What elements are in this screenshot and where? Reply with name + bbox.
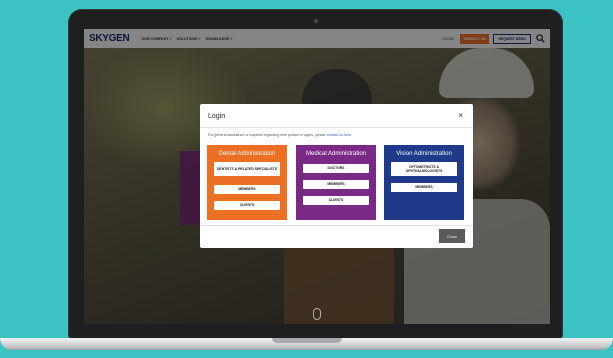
panel-title: Dental Administration: [218, 151, 276, 157]
medical-administration-panel: Medical Administration DOCTORS MEMBERS C…: [296, 145, 376, 220]
panel-title: Medical Administration: [305, 151, 367, 157]
vision-administration-panel: Vision Administration OPTOMETRISTS & OPH…: [384, 145, 464, 220]
dentists-button[interactable]: DENTISTS & RELATED SPECIALISTS: [214, 162, 280, 176]
camera-icon: [314, 19, 318, 23]
scroll-hint-icon: [313, 308, 321, 320]
divider: [200, 127, 473, 128]
laptop-notch: [272, 338, 342, 343]
login-modal: Login × For general assistance or inquir…: [200, 104, 473, 248]
doctors-button[interactable]: DOCTORS: [303, 164, 369, 173]
close-icon[interactable]: ×: [458, 112, 463, 120]
note-text: For general assistance or inquiries rega…: [208, 133, 327, 137]
laptop-screen: SKYGEN OUR COMPANY ˅ SOLUTIONS ˅ KNOWLED…: [84, 29, 550, 324]
contact-us-link[interactable]: contact us here: [327, 133, 352, 137]
vision-members-button[interactable]: MEMBERS: [391, 183, 457, 192]
close-button[interactable]: Close: [439, 229, 465, 243]
note-suffix: .: [351, 133, 353, 137]
dental-administration-panel: Dental Administration DENTISTS & RELATED…: [207, 145, 287, 220]
divider: [200, 225, 473, 226]
optometrists-button[interactable]: OPTOMETRISTS & OPHTHALMOLOGISTS: [391, 162, 457, 176]
medical-clients-button[interactable]: CLIENTS: [303, 196, 369, 205]
modal-note: For general assistance or inquiries rega…: [208, 133, 352, 137]
panel-title: Vision Administration: [396, 151, 452, 157]
dental-clients-button[interactable]: CLIENTS: [214, 201, 280, 210]
dental-members-button[interactable]: MEMBERS: [214, 185, 280, 194]
modal-title: Login: [208, 113, 226, 120]
medical-members-button[interactable]: MEMBERS: [303, 180, 369, 189]
